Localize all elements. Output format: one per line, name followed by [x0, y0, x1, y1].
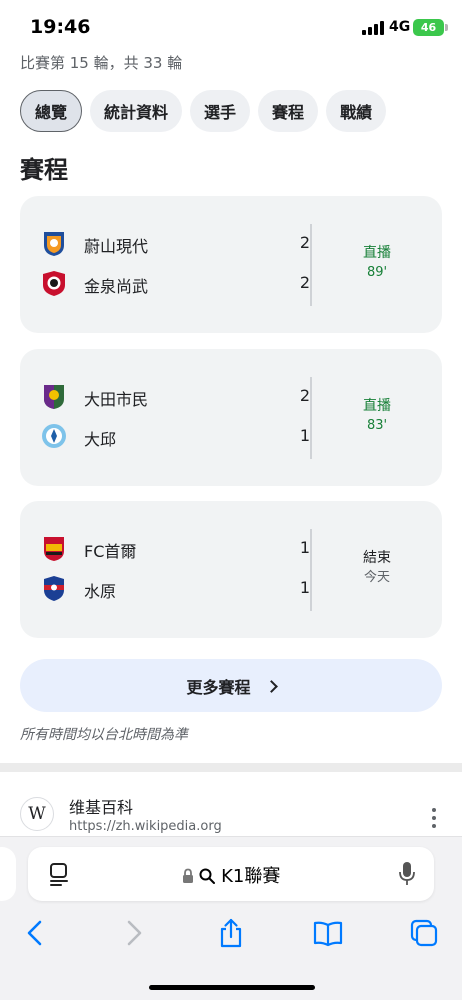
team-score: 1	[299, 578, 310, 597]
suwon-logo-icon	[44, 576, 64, 601]
section-title: 賽程	[20, 156, 68, 184]
team-name: 水原	[84, 582, 117, 601]
result-url: https://zh.wikipedia.org	[69, 819, 222, 834]
round-info: 比賽第 15 輪，共 33 輪	[20, 54, 183, 72]
wikipedia-result[interactable]: W 维基百科 https://zh.wikipedia.org	[0, 772, 462, 836]
match-status-label: 直播	[363, 245, 391, 261]
battery-icon: 46	[413, 19, 444, 36]
team-name: FC首爾	[84, 542, 137, 561]
chevron-right-icon	[264, 679, 278, 693]
match-minute: 89'	[366, 265, 388, 280]
match-card[interactable]: 蔚山現代 2 金泉尚武 2 直播 89'	[20, 196, 442, 333]
forward-icon[interactable]	[117, 917, 149, 949]
team-row-home: FC首爾 1	[40, 534, 310, 564]
match-minute: 83'	[366, 418, 388, 433]
more-schedule-button[interactable]: 更多賽程	[20, 659, 442, 712]
team-name: 大邱	[84, 430, 117, 449]
team-name: 大田市民	[84, 390, 149, 409]
daegu-logo-icon	[42, 424, 66, 448]
battery-cap	[445, 24, 448, 31]
match-status: 直播 83'	[312, 397, 442, 435]
network-type: 4G	[389, 19, 411, 35]
share-icon[interactable]	[215, 917, 247, 949]
team-score: 2	[299, 273, 310, 292]
tab-players[interactable]: 選手	[190, 90, 251, 132]
signal-icon	[362, 21, 384, 35]
status-time: 19:46	[30, 16, 91, 38]
match-card[interactable]: 大田市民 2 大邱 1 直播 83'	[20, 349, 442, 486]
match-status: 結束 今天	[312, 549, 442, 587]
match-status-label: 結束	[363, 550, 391, 566]
fc-seoul-logo-icon	[44, 537, 64, 561]
section-separator	[0, 763, 462, 772]
back-icon[interactable]	[20, 917, 52, 949]
team-score: 1	[299, 426, 310, 445]
browser-toolbar: K1聯賽	[0, 836, 462, 1000]
status-bar: 19:46 4G 46	[0, 0, 462, 52]
team-score: 2	[299, 233, 310, 252]
result-title[interactable]: 维基百科	[69, 794, 133, 818]
team-row-away: 水原 1	[40, 574, 310, 604]
tab-overview[interactable]: 總覽	[20, 90, 83, 132]
team-name: 蔚山現代	[84, 237, 149, 256]
team-row-home: 大田市民 2	[40, 382, 310, 412]
home-indicator	[149, 985, 315, 990]
team-row-home: 蔚山現代 2	[40, 229, 310, 259]
bottom-toolbar	[0, 917, 462, 949]
match-status-label: 直播	[363, 398, 391, 414]
timezone-note: 所有時間均以台北時間為準	[20, 727, 188, 743]
more-schedule-label: 更多賽程	[186, 677, 251, 697]
tab-statistics[interactable]: 統計資料	[90, 90, 183, 132]
more-options-icon[interactable]	[431, 808, 437, 828]
bookmarks-icon[interactable]	[312, 917, 344, 949]
team-row-away: 大邱 1	[40, 422, 310, 452]
address-bar[interactable]: K1聯賽	[28, 847, 434, 901]
tab-schedule[interactable]: 賽程	[258, 90, 319, 132]
ulsan-logo-icon	[44, 232, 64, 256]
address-text[interactable]: K1聯賽	[28, 862, 434, 888]
wikipedia-icon: W	[20, 797, 54, 831]
match-card[interactable]: FC首爾 1 水原 1 結束 今天	[20, 501, 442, 638]
search-icon	[199, 868, 216, 884]
battery-level: 46	[420, 21, 437, 34]
search-query: K1聯賽	[221, 866, 281, 887]
tab-bar: 總覽 統計資料 選手 賽程 戰績	[20, 90, 387, 132]
microphone-icon[interactable]	[398, 861, 416, 887]
tabs-icon[interactable]	[408, 917, 440, 949]
gimcheon-logo-icon	[43, 271, 65, 296]
previous-tab-preview[interactable]	[0, 847, 16, 901]
daejeon-logo-icon	[44, 385, 64, 409]
team-score: 1	[299, 538, 310, 557]
match-date: 今天	[363, 570, 390, 585]
team-score: 2	[299, 386, 310, 405]
team-row-away: 金泉尚武 2	[40, 269, 310, 299]
match-status: 直播 89'	[312, 244, 442, 282]
team-name: 金泉尚武	[84, 277, 149, 296]
lock-icon	[182, 868, 193, 883]
tab-standings[interactable]: 戰績	[326, 90, 387, 132]
